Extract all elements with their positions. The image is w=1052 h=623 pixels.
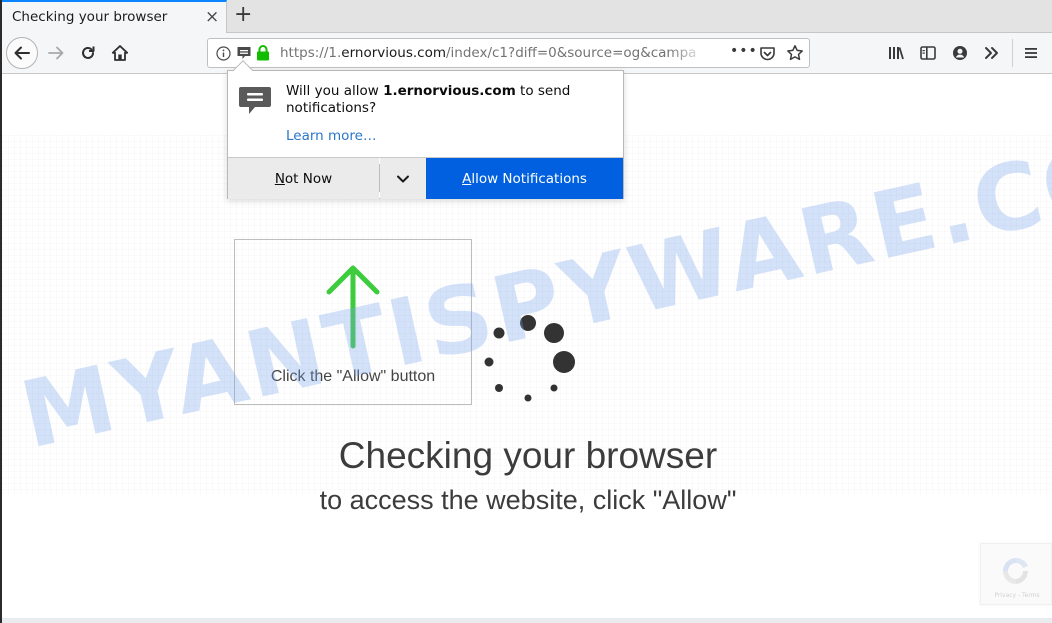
bookmark-star-icon[interactable] [786,44,804,62]
permission-domain: 1.ernorvious.com [383,83,516,99]
tab-checking-your-browser[interactable]: Checking your browser × [2,0,227,33]
back-arrow-icon [14,46,30,60]
notification-permission-popup: Will you allow 1.ernorvious.com to send … [227,60,624,199]
pocket-icon[interactable] [759,45,776,62]
recaptcha-logo-icon [1003,558,1028,584]
chevron-down-icon [397,175,409,182]
window-frame-edge [0,0,2,623]
popup-button-row: Not Now Allow Notifications [228,157,623,199]
forward-arrow-icon [48,46,64,60]
home-button[interactable] [108,41,132,65]
account-button[interactable] [950,43,970,63]
back-button[interactable] [6,37,38,69]
new-tab-button[interactable]: + [234,3,252,27]
recaptcha-privacy-terms[interactable]: Privacy - Terms [985,592,1049,599]
account-icon [953,46,967,60]
page-subheadline: to access the website, click "Allow" [319,485,737,515]
spinner-dot [493,327,505,339]
spinner-dot [553,351,575,373]
allow-notifications-button[interactable]: Allow Notifications [426,158,623,199]
recaptcha-badge[interactable]: Privacy - Terms [980,543,1052,605]
reload-button[interactable] [76,41,100,65]
app-menu-button[interactable] [1021,43,1041,63]
not-now-button[interactable]: Not Now [228,158,379,199]
page-actions-menu-icon[interactable]: ••• [730,43,758,59]
reload-icon [82,46,95,59]
library-icon [889,47,904,60]
url-fade [668,41,708,65]
permission-message: Will you allow 1.ernorvious.com to send … [286,83,571,116]
page-headline: Checking your browser [338,435,718,476]
navigation-toolbar: https://1.ernorvious.com/index/c1?diff=0… [0,33,1052,74]
sidebar-toggle-button[interactable] [918,43,938,63]
window-bottom-edge [0,618,1052,623]
green-up-arrow-icon [326,265,380,349]
allow-instruction-box: Click the "Allow" button [234,239,472,405]
notification-permission-icon[interactable] [236,45,252,61]
forward-button[interactable] [44,41,68,65]
url-text[interactable]: https://1.ernorvious.com/index/c1?diff=0… [280,45,698,61]
learn-more-link[interactable]: Learn more… [286,128,377,144]
double-chevron-right-icon [985,47,998,59]
tab-title: Checking your browser [12,9,168,25]
toolbar-separator [1012,39,1013,67]
library-button[interactable] [886,43,906,63]
home-icon [111,45,129,61]
tab-strip: Checking your browser × + [0,0,1052,33]
hamburger-menu-icon [1025,48,1037,58]
spinner-dot [520,315,536,331]
spinner-dot [544,323,564,343]
url-domain: ernorvious.com [341,45,446,61]
allow-instruction-text: Click the "Allow" button [270,368,436,385]
sidebar-icon [920,46,936,60]
loading-spinner [484,315,575,402]
site-info-icon[interactable] [216,46,231,61]
spinner-dot [484,357,494,367]
spinner-dot [524,394,532,402]
notification-chat-icon [239,87,271,114]
tab-close-icon[interactable]: × [205,7,219,27]
spinner-dot [550,384,558,392]
secure-lock-icon[interactable] [256,44,270,61]
more-options-dropdown[interactable] [380,158,426,199]
overflow-menu-button[interactable] [982,43,1002,63]
spinner-dot [495,384,503,392]
address-bar[interactable]: https://1.ernorvious.com/index/c1?diff=0… [207,38,810,68]
